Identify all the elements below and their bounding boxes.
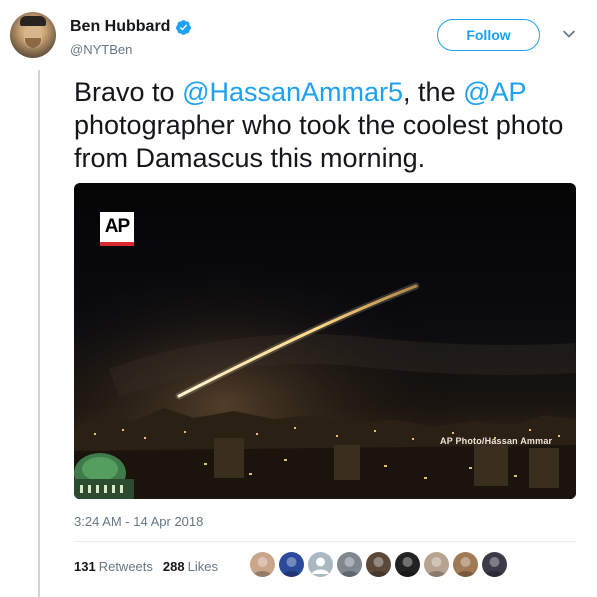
tweet-photo[interactable]: AP AP Photo/Hassan Ammar	[74, 183, 576, 499]
author-name[interactable]: Ben Hubbard	[70, 18, 170, 36]
author-name-row[interactable]: Ben Hubbard	[70, 18, 192, 36]
tweet-text-part: Bravo to	[74, 77, 183, 107]
likes-label: Likes	[187, 559, 218, 574]
tweet-text: Bravo to @HassanAmmar5, the @AP photogra…	[74, 76, 574, 175]
author-avatar[interactable]	[10, 12, 56, 58]
avatar-man-icon[interactable]	[424, 552, 449, 577]
tweet-timestamp[interactable]: 3:24 AM - 14 Apr 2018	[74, 514, 203, 529]
author-handle[interactable]: @NYTBen	[70, 42, 132, 57]
verified-badge-icon	[176, 19, 192, 35]
tweet-header: Ben Hubbard @NYTBen Follow	[10, 12, 587, 64]
divider	[74, 541, 576, 542]
tweet-text-part: photographer who took the coolest photo …	[74, 110, 564, 173]
damascus-night-scene	[74, 183, 576, 499]
tweet-text-part: , the	[403, 77, 464, 107]
mention-link-ap[interactable]: @AP	[463, 77, 526, 107]
avatar-dark-icon[interactable]	[395, 552, 420, 577]
tweet-stats: 131 Retweets 288 Likes	[74, 559, 218, 574]
avatar-night-icon[interactable]	[482, 552, 507, 577]
likes-stat[interactable]: 288 Likes	[163, 559, 218, 574]
retweets-label: Retweets	[98, 559, 153, 574]
avatar-city-icon[interactable]	[337, 552, 362, 577]
photo-credit: AP Photo/Hassan Ammar	[440, 436, 553, 446]
default-avatar-icon[interactable]	[308, 552, 333, 577]
chevron-down-icon[interactable]	[562, 27, 576, 41]
avatar-woman-icon[interactable]	[250, 552, 275, 577]
ap-logo: AP	[100, 212, 134, 246]
avatar-group-icon[interactable]	[366, 552, 391, 577]
avatar-superhero-icon[interactable]	[279, 552, 304, 577]
retweets-count: 131	[74, 559, 96, 574]
mention-link-hassanammar5[interactable]: @HassanAmmar5	[182, 77, 403, 107]
thread-line	[38, 70, 40, 597]
liker-avatars	[250, 552, 507, 577]
follow-button[interactable]: Follow	[437, 19, 540, 51]
retweets-stat[interactable]: 131 Retweets	[74, 559, 153, 574]
likes-count: 288	[162, 559, 185, 574]
avatar-beard-icon[interactable]	[453, 552, 478, 577]
